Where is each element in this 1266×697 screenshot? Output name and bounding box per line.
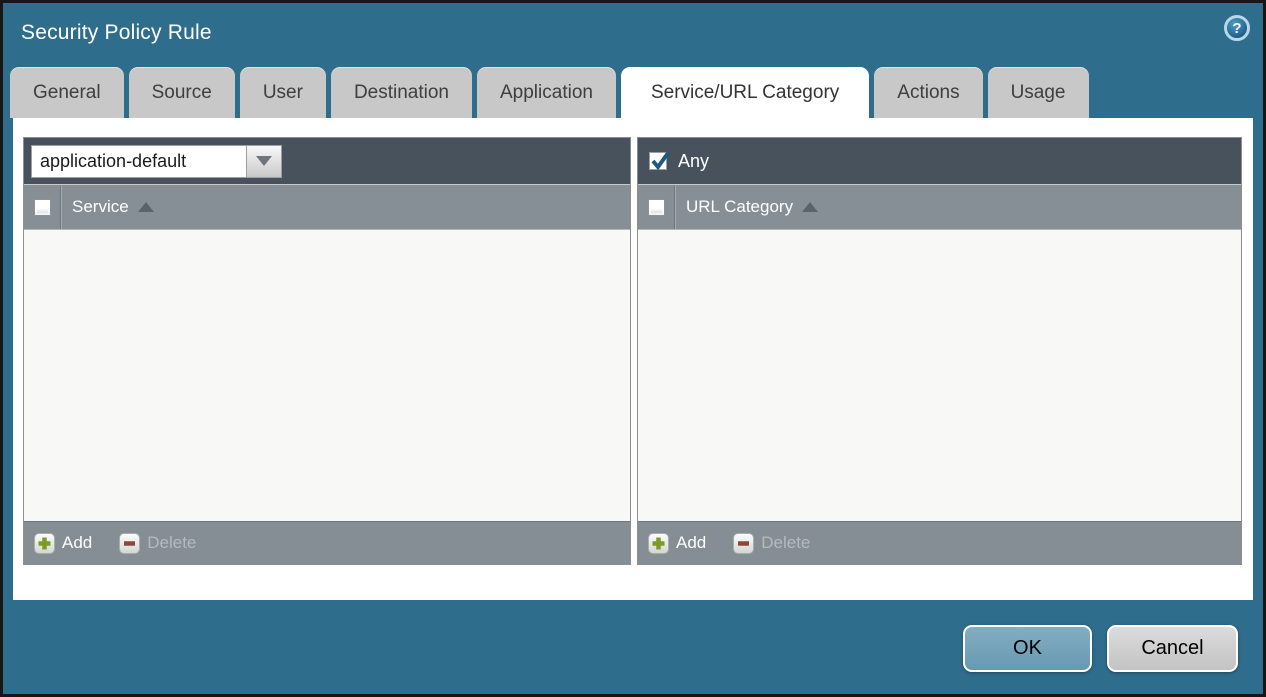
- tab-user[interactable]: User: [240, 67, 326, 118]
- titlebar: Security Policy Rule ?: [3, 3, 1263, 67]
- service-panel-footer: Add Delete: [24, 521, 630, 564]
- url-category-panel-toolbar: Any: [638, 138, 1241, 184]
- tab-usage[interactable]: Usage: [988, 67, 1089, 118]
- tab-destination[interactable]: Destination: [331, 67, 472, 118]
- url-category-add-button[interactable]: Add: [648, 533, 706, 554]
- url-category-select-all-cell: [638, 185, 675, 229]
- service-column-label[interactable]: Service: [61, 185, 154, 229]
- any-checkbox[interactable]: [649, 152, 667, 170]
- service-type-input[interactable]: [31, 145, 246, 178]
- url-category-delete-button[interactable]: Delete: [733, 533, 810, 554]
- dialog-title: Security Policy Rule: [21, 21, 212, 45]
- tab-source[interactable]: Source: [129, 67, 235, 118]
- sort-ascending-icon: [802, 202, 818, 212]
- tab-actions[interactable]: Actions: [874, 67, 982, 118]
- service-delete-button[interactable]: Delete: [119, 533, 196, 554]
- chevron-down-icon: [256, 156, 272, 166]
- help-icon[interactable]: ?: [1224, 15, 1250, 41]
- add-icon: [34, 533, 55, 554]
- tab-general[interactable]: General: [10, 67, 124, 118]
- tab-bar: GeneralSourceUserDestinationApplicationS…: [10, 67, 1089, 118]
- service-add-button[interactable]: Add: [34, 533, 92, 554]
- delete-icon: [733, 533, 754, 554]
- url-category-select-all-checkbox[interactable]: [648, 199, 665, 216]
- url-category-column-label[interactable]: URL Category: [675, 185, 818, 229]
- url-category-panel: Any URL Category Add: [637, 137, 1242, 565]
- security-policy-rule-dialog: Security Policy Rule ? GeneralSourceUser…: [0, 0, 1266, 697]
- service-select-all-cell: [24, 185, 61, 229]
- tab-application[interactable]: Application: [477, 67, 616, 118]
- url-category-panel-footer: Add Delete: [638, 521, 1241, 564]
- service-type-combo: [31, 145, 282, 178]
- url-category-column-header: URL Category: [638, 184, 1241, 230]
- ok-button[interactable]: OK: [963, 625, 1092, 672]
- sort-ascending-icon: [138, 202, 154, 212]
- any-row: Any: [645, 151, 709, 172]
- service-panel: Service Add Delete: [23, 137, 631, 565]
- service-list: [24, 230, 630, 521]
- delete-icon: [119, 533, 140, 554]
- service-select-all-checkbox[interactable]: [34, 199, 51, 216]
- service-panel-toolbar: [24, 138, 630, 184]
- service-column-header: Service: [24, 184, 630, 230]
- add-icon: [648, 533, 669, 554]
- tab-service-url-category[interactable]: Service/URL Category: [621, 67, 869, 118]
- dialog-content: Service Add Delete: [13, 118, 1253, 600]
- service-type-dropdown-button[interactable]: [246, 145, 282, 178]
- any-label: Any: [678, 151, 709, 172]
- url-category-list: [638, 230, 1241, 521]
- cancel-button[interactable]: Cancel: [1107, 625, 1238, 672]
